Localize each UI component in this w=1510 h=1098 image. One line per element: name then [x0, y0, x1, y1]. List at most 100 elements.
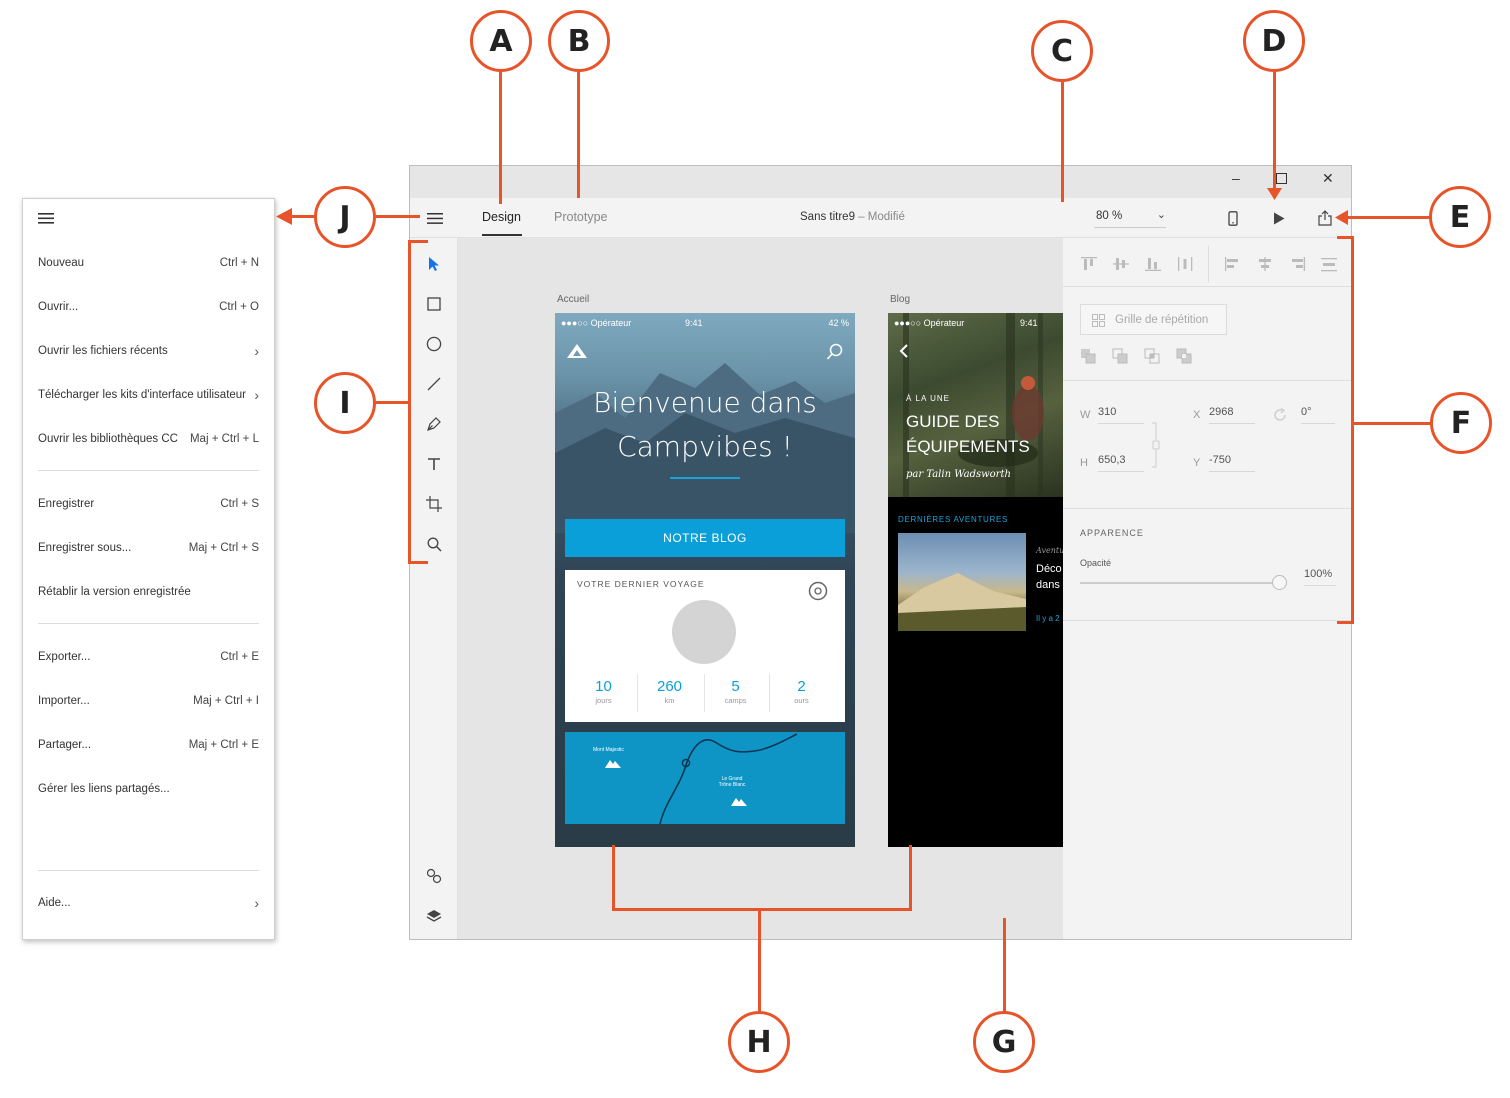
repeat-grid-button[interactable]: Grille de répétition [1080, 304, 1227, 335]
menu-item-save[interactable]: Enregistrer Ctrl + S [38, 495, 259, 513]
menu-item-import[interactable]: Importer... Maj + Ctrl + I [38, 692, 259, 710]
artboard-label-home[interactable]: Accueil [557, 294, 589, 305]
stat-unit: ours [794, 696, 809, 705]
callout-a: A [470, 10, 532, 72]
rectangle-tool-icon[interactable] [424, 294, 444, 314]
callout-line-b [577, 72, 580, 198]
hamburger-menu-icon[interactable] [38, 211, 56, 225]
lock-aspect-icon[interactable] [1150, 422, 1162, 468]
artboard-label-blog[interactable]: Blog [890, 294, 910, 305]
document-separator: – [858, 211, 865, 223]
menu-item-new[interactable]: Nouveau Ctrl + N [38, 254, 259, 272]
battery-label: 42 % [828, 318, 849, 328]
align-left-icon[interactable] [1224, 256, 1242, 272]
trip-avatar-placeholder [672, 600, 736, 664]
align-bottom-icon[interactable] [1144, 256, 1162, 272]
line-tool-icon[interactable] [424, 374, 444, 394]
tool-bar [410, 238, 458, 939]
minimize-icon[interactable]: – [1232, 170, 1240, 186]
ellipse-tool-icon[interactable] [424, 334, 444, 354]
layers-icon[interactable] [424, 906, 444, 926]
zoom-value: 80 % [1096, 210, 1123, 222]
play-preview-icon[interactable] [1269, 208, 1289, 228]
boolean-add-icon[interactable] [1080, 348, 1096, 364]
share-icon[interactable] [1315, 208, 1335, 228]
menu-item-label: Enregistrer sous... [38, 542, 132, 554]
boolean-subtract-icon[interactable] [1112, 348, 1128, 364]
select-tool-icon[interactable] [424, 254, 444, 274]
maximize-icon[interactable] [1276, 171, 1287, 187]
callout-d: D [1243, 10, 1305, 72]
menu-item-cc-libraries[interactable]: Ouvrir les bibliothèques CC Maj + Ctrl + … [38, 430, 259, 448]
clock-label: 9:41 [1020, 318, 1038, 328]
stat-value: 260 [656, 678, 683, 695]
assets-icon[interactable] [424, 866, 444, 886]
distribute-horizontal-icon[interactable] [1176, 256, 1194, 272]
artboard-home[interactable]: ●●●○○ Opérateur 9:41 42 % Bienvenue dans… [555, 313, 855, 847]
carrier-label: ●●●○○ Opérateur [894, 318, 965, 328]
align-center-icon[interactable] [1256, 256, 1274, 272]
menu-item-ui-kits[interactable]: Télécharger les kits d'interface utilisa… [38, 386, 259, 404]
align-middle-icon[interactable] [1112, 256, 1130, 272]
width-label: W [1080, 409, 1091, 421]
height-input[interactable]: 650,3 [1098, 454, 1144, 472]
boolean-intersect-icon[interactable] [1144, 348, 1160, 364]
clock-label: 9:41 [685, 318, 703, 328]
artboard-blog[interactable]: ●●●○○ Opérateur 9:41 À LA UNE GUIDE DES … [888, 313, 1063, 847]
close-icon[interactable]: ✕ [1322, 170, 1334, 187]
artboard-tool-icon[interactable] [424, 494, 444, 514]
tab-design[interactable]: Design [482, 210, 521, 224]
app-window: – ✕ Design Prototype Sans titre9 – Modif… [409, 165, 1352, 940]
opacity-slider[interactable] [1080, 582, 1280, 584]
align-top-icon[interactable] [1080, 256, 1098, 272]
menu-item-open-recent[interactable]: Ouvrir les fichiers récents › [38, 342, 259, 360]
x-input[interactable]: 2968 [1209, 406, 1255, 424]
panel-divider [1063, 380, 1351, 381]
zoom-tool-icon[interactable] [424, 534, 444, 554]
align-right-icon[interactable] [1288, 256, 1306, 272]
y-label: Y [1193, 457, 1201, 469]
menu-item-open[interactable]: Ouvrir... Ctrl + O [38, 298, 259, 316]
menu-item-revert[interactable]: Rétablir la version enregistrée [38, 583, 259, 601]
menu-item-share[interactable]: Partager... Maj + Ctrl + E [38, 736, 259, 754]
menu-item-help[interactable]: Aide... › [38, 894, 259, 912]
menu-divider [38, 470, 259, 471]
boolean-exclude-icon[interactable] [1176, 348, 1192, 364]
menu-item-label: Télécharger les kits d'interface utilisa… [38, 389, 247, 401]
rotation-input[interactable]: 0° [1301, 406, 1335, 424]
text-tool-icon[interactable] [424, 454, 444, 474]
latest-adventures-heading: DERNIÈRES AVENTURES [898, 515, 1009, 524]
width-input[interactable]: 310 [1098, 406, 1144, 424]
carrier-label: ●●●○○ Opérateur [561, 318, 632, 328]
callout-line-j [376, 215, 420, 218]
callout-line-e [1346, 216, 1432, 219]
tab-prototype[interactable]: Prototype [554, 210, 608, 224]
panel-divider [1063, 620, 1351, 621]
pen-tool-icon[interactable] [424, 414, 444, 434]
document-title: Sans titre9 – Modifié [800, 211, 905, 223]
featured-kicker: À LA UNE [906, 394, 951, 403]
callout-bracket-h [612, 845, 615, 911]
menu-item-manage-links[interactable]: Gérer les liens partagés... [38, 780, 259, 798]
device-preview-icon[interactable] [1223, 208, 1243, 228]
height-label: H [1080, 457, 1088, 469]
canvas[interactable]: Accueil Blog ●●●○○ Opérateur 9:41 42 % B… [458, 238, 1063, 939]
hamburger-menu-icon[interactable] [425, 208, 445, 228]
menu-item-label: Ouvrir... [38, 301, 79, 313]
card-meta: Il y a 2 [1036, 614, 1060, 623]
adventure-thumbnail [898, 533, 1026, 631]
menu-divider [38, 623, 259, 624]
opacity-input[interactable]: 100% [1304, 568, 1336, 586]
distribute-vertical-icon[interactable] [1320, 256, 1338, 272]
arrow-left-icon [276, 208, 292, 225]
menu-item-shortcut: Ctrl + O [219, 301, 259, 313]
menu-item-save-as[interactable]: Enregistrer sous... Maj + Ctrl + S [38, 539, 259, 557]
menu-item-export[interactable]: Exporter... Ctrl + E [38, 648, 259, 666]
callout-b: B [548, 10, 610, 72]
stat-km: 260 km [637, 678, 702, 705]
zoom-select[interactable]: 80 % ⌄ [1094, 208, 1166, 228]
callout-h: H [728, 1011, 790, 1073]
opacity-slider-handle[interactable] [1272, 575, 1287, 590]
menu-item-shortcut: Ctrl + N [219, 257, 259, 269]
y-input[interactable]: -750 [1209, 454, 1255, 472]
